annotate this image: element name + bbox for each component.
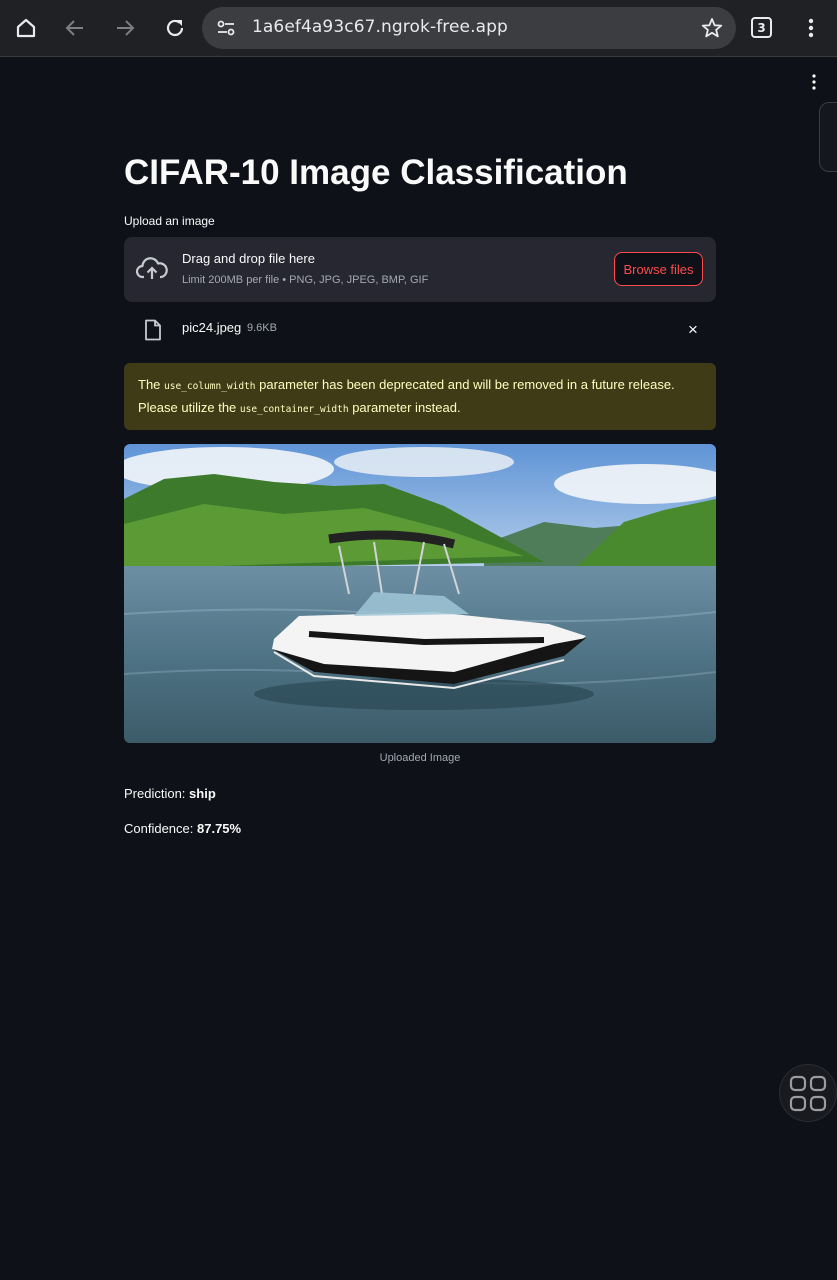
reload-icon [166, 19, 184, 37]
uploader-label: Upload an image [124, 214, 215, 228]
warning-text-3: parameter instead. [348, 400, 461, 415]
dropzone-title: Drag and drop file here [182, 251, 315, 266]
confidence-label: Confidence: [124, 821, 197, 836]
deprecation-warning: The use_column_width parameter has been … [124, 363, 716, 430]
site-settings-icon[interactable] [216, 18, 236, 38]
file-size: 9.6KB [247, 322, 277, 334]
forward-button[interactable] [105, 8, 145, 48]
warning-text-1: The [138, 377, 165, 392]
file-dropzone[interactable]: Drag and drop file here Limit 200MB per … [124, 237, 716, 302]
cloud-upload-icon [136, 257, 168, 279]
home-icon [16, 18, 36, 38]
warning-code-2: use_container_width [239, 404, 349, 415]
url-text[interactable]: 1a6ef4a93c67.ngrok-free.app [252, 17, 508, 37]
confidence-value: 87.75% [197, 821, 242, 836]
star-icon[interactable] [700, 16, 724, 40]
home-button[interactable] [6, 8, 46, 48]
forward-arrow-icon [117, 20, 135, 36]
reload-button[interactable] [155, 8, 195, 48]
dropzone-limit: Limit 200MB per file • PNG, JPG, JPEG, B… [182, 274, 429, 286]
browser-menu-button[interactable] [791, 8, 831, 48]
address-bar[interactable]: 1a6ef4a93c67.ngrok-free.app [202, 7, 736, 49]
prediction-label: Prediction: [124, 786, 190, 801]
uploaded-image [124, 444, 716, 743]
back-button[interactable] [55, 8, 95, 48]
app-menu-icon[interactable] [804, 70, 824, 94]
back-arrow-icon [65, 20, 83, 36]
browser-toolbar: 1a6ef4a93c67.ngrok-free.app 3 [0, 0, 837, 57]
uploaded-file-row: pic24.jpeg 9.6KB × [124, 312, 716, 348]
overflow-menu-icon [808, 18, 814, 38]
sidebar-handle[interactable] [819, 102, 837, 172]
floating-action-button[interactable] [779, 1064, 837, 1122]
file-icon [145, 319, 161, 341]
tabs-icon[interactable]: 3 [751, 17, 772, 38]
grid-icon [789, 1075, 827, 1112]
tab-count: 3 [757, 20, 766, 35]
image-caption: Uploaded Image [379, 752, 461, 764]
close-icon[interactable]: × [685, 320, 701, 340]
page-title: CIFAR-10 Image Classification [124, 153, 628, 192]
prediction-value: ship [189, 786, 216, 801]
browse-files-button[interactable]: Browse files [614, 252, 703, 286]
file-name: pic24.jpeg [182, 320, 242, 335]
prediction-text: Prediction: ship [124, 786, 216, 801]
confidence-text: Confidence: 87.75% [124, 821, 241, 836]
warning-code-1: use_column_width [164, 381, 256, 392]
